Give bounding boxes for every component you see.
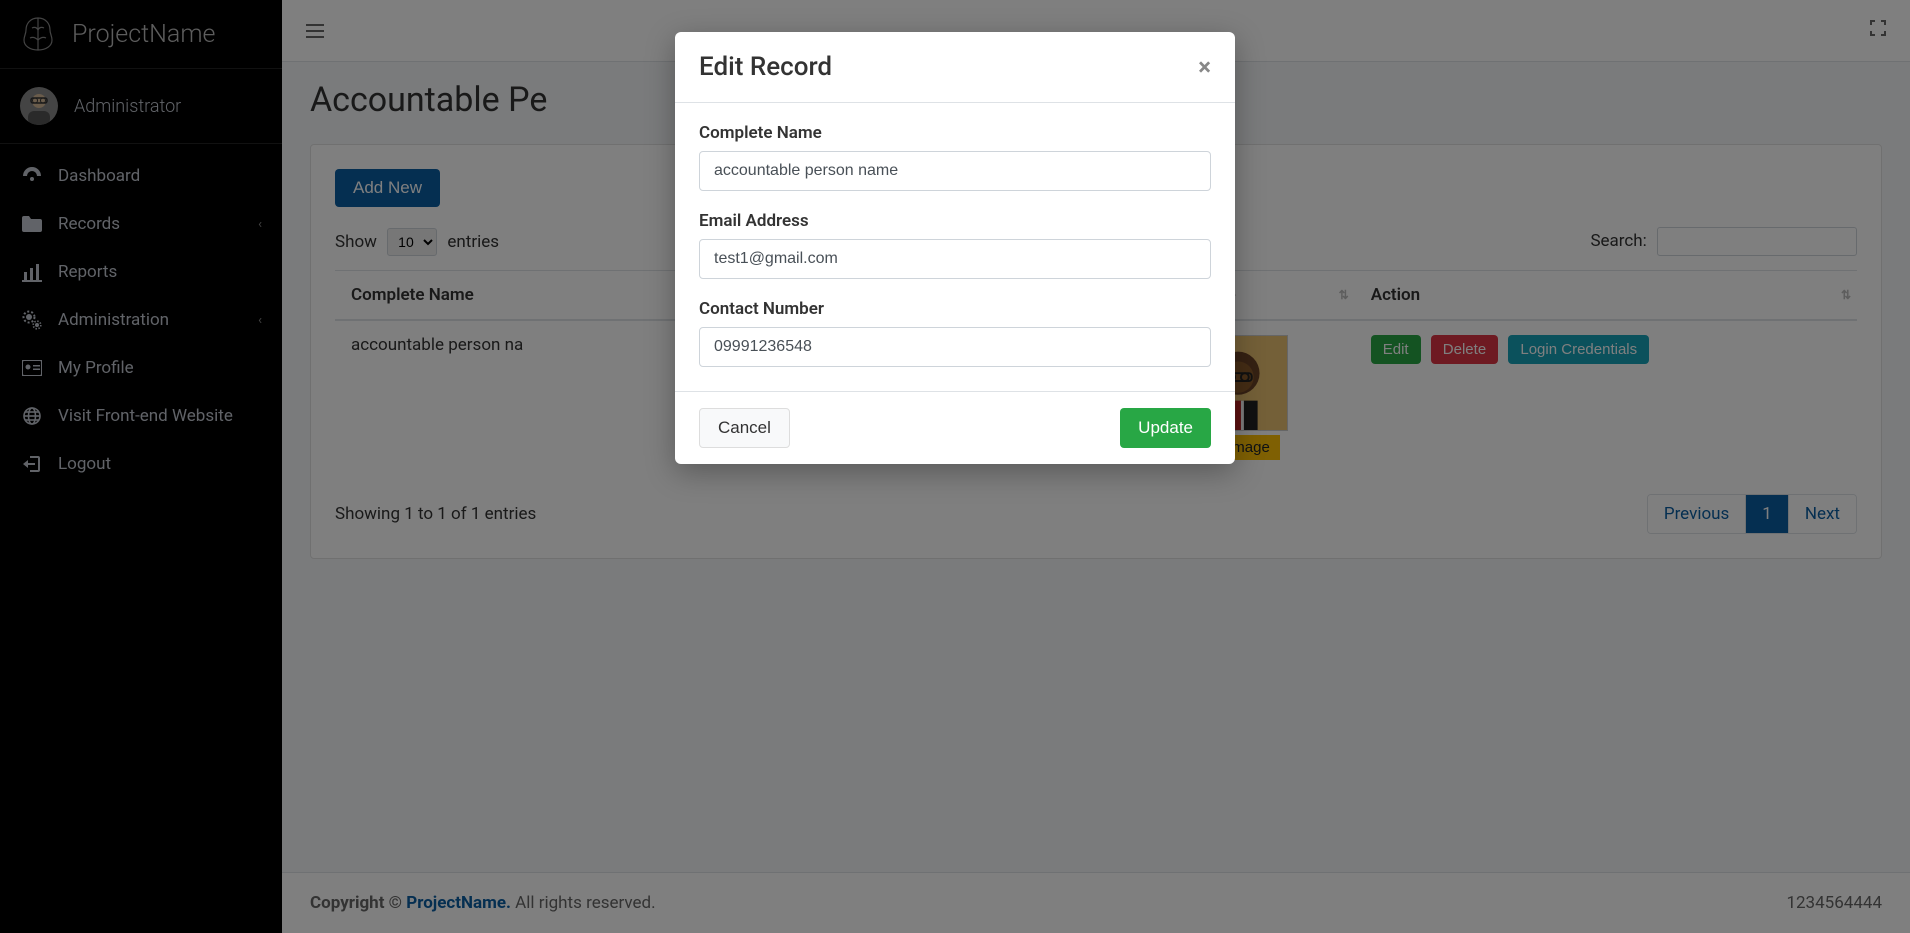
input-complete-name[interactable] — [699, 151, 1211, 191]
input-contact[interactable] — [699, 327, 1211, 367]
modal-title: Edit Record — [699, 52, 832, 82]
label-contact: Contact Number — [699, 299, 1211, 319]
update-button[interactable]: Update — [1120, 408, 1211, 448]
cancel-button[interactable]: Cancel — [699, 408, 790, 448]
input-email[interactable] — [699, 239, 1211, 279]
label-email: Email Address — [699, 211, 1211, 231]
close-icon[interactable]: × — [1198, 55, 1211, 79]
edit-record-modal: Edit Record × Complete Name Email Addres… — [675, 32, 1235, 464]
label-complete-name: Complete Name — [699, 123, 1211, 143]
modal-header: Edit Record × — [675, 32, 1235, 103]
modal-footer: Cancel Update — [675, 391, 1235, 464]
modal-overlay[interactable]: Edit Record × Complete Name Email Addres… — [0, 0, 1910, 933]
modal-body: Complete Name Email Address Contact Numb… — [675, 103, 1235, 391]
